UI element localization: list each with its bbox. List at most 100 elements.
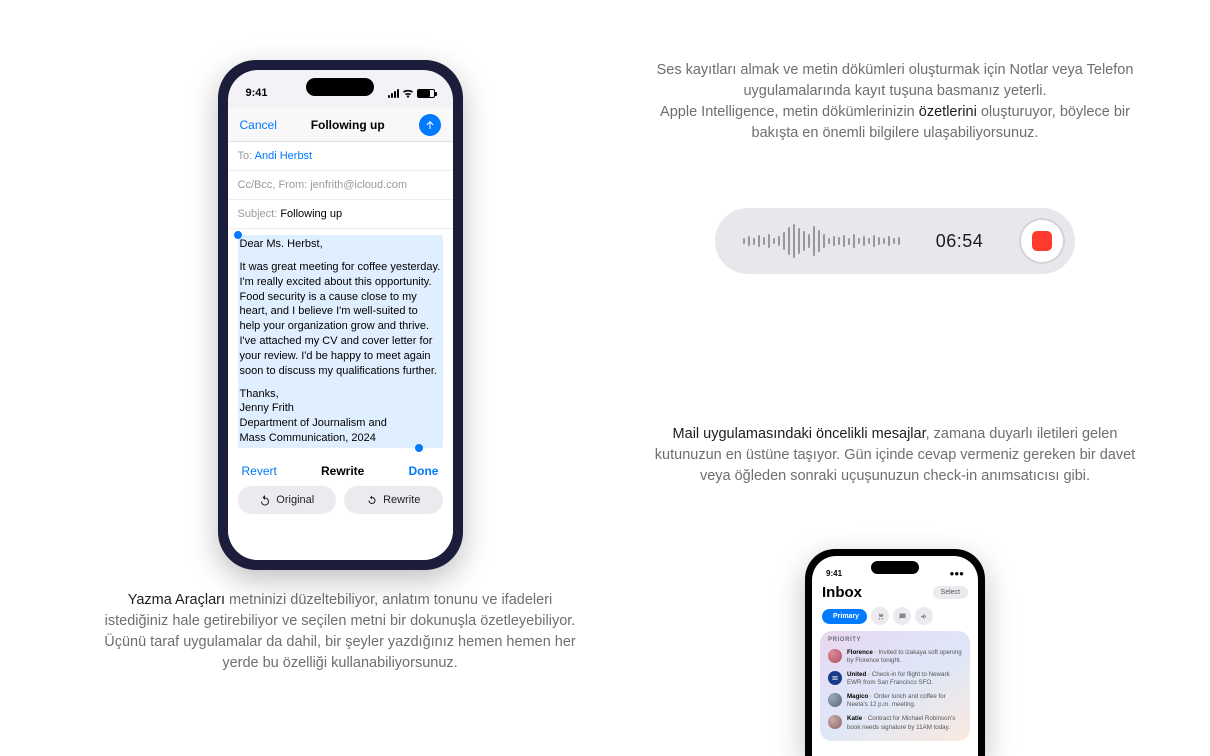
phone2-wrap: 9:41 ●●● Inbox Select Primary [805,549,985,756]
priority-card: PRIORITY Florence ◦ Invited to izakaya s… [820,631,970,741]
tab-transactions[interactable] [871,607,889,625]
body-sig4: Mass Communication, 2024 [240,432,376,444]
audio-time: 06:54 [936,231,984,252]
priority-message[interactable]: Katie ◦ Contract for Michael Robinson's … [828,712,962,734]
select-button[interactable]: Select [933,586,968,599]
waveform-bar [798,228,800,254]
rewrite-pill-row: Original Rewrite [228,486,453,528]
avatar [828,715,842,729]
megaphone-icon [920,612,929,621]
waveform-bar [783,232,785,250]
compose-body[interactable]: Dear Ms. Herbst, It was great meeting fo… [228,229,453,452]
waveform-bar [758,235,760,247]
status-icons-2: ●●● [950,569,965,578]
to-recipient[interactable]: Andi Herbst [255,150,312,162]
phone-screen: 9:41 Cancel Following up To: Andi Herbst [228,70,453,560]
waveform-bar [878,237,880,245]
tab-updates[interactable] [893,607,911,625]
priority-message[interactable]: Magico ◦ Order lunch and coffee for Neet… [828,690,962,712]
priority-message[interactable]: Florence ◦ Invited to izakaya soft openi… [828,646,962,668]
cc-field[interactable]: Cc/Bcc, From: jenfrith@icloud.com [228,171,453,200]
waveform-bar [768,234,770,248]
priority-label: PRIORITY [828,637,962,643]
chat-icon [898,612,907,621]
stop-icon [1032,231,1052,251]
rewrite-pill-button[interactable]: Rewrite [344,486,443,514]
waveform-bar [743,238,745,244]
waveform-bar [753,238,755,245]
left-caption: Yazma Araçları metninizi düzeltebiliyor,… [95,590,585,674]
cc-label: Cc/Bcc, From: [238,179,308,191]
priority-message[interactable]: United ◦ Check-in for flight to Newark E… [828,668,962,690]
body-sig2: Jenny Frith [240,402,294,414]
waveform-bar [873,235,875,247]
revert-icon [259,494,271,506]
waveform-bar [803,231,805,251]
cc-value: jenfrith@icloud.com [310,179,407,191]
selected-text[interactable]: Dear Ms. Herbst, It was great meeting fo… [238,235,443,448]
subject-label: Subject: [238,208,278,220]
tab-promotions[interactable] [915,607,933,625]
arrow-up-icon [424,119,436,131]
compose-navbar: Cancel Following up [228,108,453,142]
waveform-bar [808,234,810,248]
rewrite-action-row: Revert Rewrite Done [228,452,453,486]
waveform-bar [848,238,850,245]
avatar [828,693,842,707]
message-body: United ◦ Check-in for flight to Newark E… [847,671,962,687]
audio-recorder-pill: 06:54 [715,208,1075,274]
waveform-bar [843,235,845,247]
record-stop-button[interactable] [1019,218,1065,264]
compose-form: To: Andi Herbst Cc/Bcc, From: jenfrith@i… [228,142,453,560]
left-column: 9:41 Cancel Following up To: Andi Herbst [95,60,585,674]
dynamic-island [306,78,374,96]
cart-icon [876,612,885,621]
inbox-tabs: Primary [812,607,978,631]
send-button[interactable] [419,114,441,136]
waveform-bar [773,238,775,244]
status-indicators [388,89,435,98]
phone-mockup-inbox: 9:41 ●●● Inbox Select Primary [805,549,985,756]
cancel-button[interactable]: Cancel [240,118,277,132]
selection-handle-start[interactable] [234,231,242,239]
to-field[interactable]: To: Andi Herbst [228,142,453,171]
rc1-line2a: Apple Intelligence, metin dökümlerinizin [660,104,919,120]
body-main: It was great meeting for coffee yesterda… [240,260,441,379]
compose-title: Following up [311,118,385,132]
waveform-bar [858,238,860,244]
message-body: Magico ◦ Order lunch and coffee for Neet… [847,693,962,709]
wifi-icon [402,89,414,98]
waveform-bar [863,236,865,246]
done-button[interactable]: Done [408,464,438,478]
waveform-bar [788,227,790,255]
waveform-bar [853,234,855,248]
original-pill-button[interactable]: Original [238,486,337,514]
rc1-highlight: özetlerini [919,104,977,120]
waveform [743,224,900,258]
right-block-2: Mail uygulamasındaki öncelikli mesajlar,… [640,424,1150,756]
waveform-bar [893,238,895,244]
waveform-bar [823,234,825,248]
body-sig3: Department of Journalism and [240,417,387,429]
tab-primary[interactable]: Primary [822,609,867,624]
selection-handle-end[interactable] [415,444,423,452]
right-column: Ses kayıtları almak ve metin dökümleri o… [640,60,1150,756]
status-time: 9:41 [246,87,268,99]
rewrite-pill-label: Rewrite [383,494,420,506]
avatar [828,649,842,663]
subject-field[interactable]: Subject: Following up [228,200,453,229]
subject-value: Following up [280,208,342,220]
avatar [828,671,842,685]
original-pill-label: Original [276,494,314,506]
cellular-icon [388,89,399,98]
phone-mockup-mail: 9:41 Cancel Following up To: Andi Herbst [218,60,463,570]
waveform-bar [818,230,820,252]
revert-button[interactable]: Revert [242,464,277,478]
inbox-title: Inbox [822,584,862,601]
status-time-2: 9:41 [826,569,842,578]
dynamic-island-2 [871,561,919,574]
waveform-bar [883,238,885,244]
inbox-header: Inbox Select [812,580,978,607]
battery-icon [417,89,435,98]
waveform-bar [828,238,830,244]
